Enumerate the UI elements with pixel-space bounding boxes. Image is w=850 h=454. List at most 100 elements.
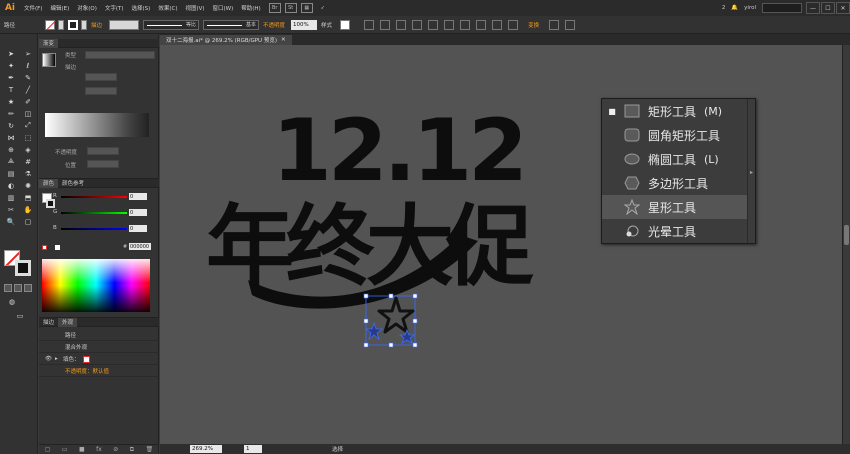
tab-appearance[interactable]: 外观 bbox=[58, 317, 78, 327]
stroke-black-icon[interactable] bbox=[15, 260, 31, 276]
hand-icon[interactable]: ✋ bbox=[20, 204, 36, 215]
menu-object[interactable]: 对象(O) bbox=[73, 4, 101, 12]
pencil-icon[interactable]: ✏ bbox=[3, 108, 19, 119]
gradient-location-field[interactable] bbox=[87, 160, 119, 168]
tearoff-arrow-icon[interactable]: ▸ bbox=[747, 99, 755, 245]
menu-window[interactable]: 窗口(W) bbox=[209, 4, 238, 12]
variable-width-profile[interactable]: 等比 bbox=[143, 19, 200, 30]
artboard-number-field[interactable]: 1 bbox=[244, 445, 262, 453]
gradient-type-dropdown[interactable] bbox=[85, 51, 155, 59]
menu-select[interactable]: 选择(S) bbox=[128, 4, 155, 12]
gradient-mode-icon[interactable] bbox=[14, 284, 22, 292]
flyout-rounded-rectangle-tool[interactable]: 圆角矩形工具 bbox=[602, 123, 748, 147]
add-fill-icon[interactable]: ■ bbox=[79, 446, 85, 453]
add-stroke-icon[interactable]: ▭ bbox=[62, 446, 68, 453]
direct-selection-tool-icon[interactable]: ➢ bbox=[20, 48, 36, 59]
stock-icon[interactable]: St bbox=[284, 3, 297, 13]
appearance-opacity-row[interactable]: 不透明度：默认值 bbox=[39, 366, 159, 377]
tab-color[interactable]: 颜色 bbox=[39, 178, 59, 188]
opacity-field[interactable]: 100% bbox=[291, 19, 318, 30]
none-color-swatch[interactable] bbox=[42, 245, 47, 250]
paintbrush-icon[interactable]: ✐ bbox=[20, 96, 36, 107]
document-tab[interactable]: 双十二海报.ai* @ 269.2% (RGB/GPU 预览) ✕ bbox=[160, 35, 292, 45]
bridge-icon[interactable]: Br bbox=[268, 3, 281, 13]
flyout-flare-tool[interactable]: 光晕工具 bbox=[602, 219, 748, 243]
pen-tool-icon[interactable]: ✒ bbox=[3, 72, 19, 83]
gradient-slider[interactable] bbox=[45, 113, 149, 137]
duplicate-item-icon[interactable]: ⧉ bbox=[130, 446, 134, 454]
arrange-icon[interactable] bbox=[549, 19, 560, 30]
mesh-icon[interactable]: # bbox=[20, 156, 36, 167]
menu-view[interactable]: 视图(V) bbox=[181, 4, 208, 12]
align-bottom-icon[interactable] bbox=[508, 19, 519, 30]
fill-stroke-widget[interactable] bbox=[4, 250, 34, 278]
artboard-icon[interactable]: ⬒ bbox=[20, 192, 36, 203]
arrange-documents-icon[interactable]: ▦ bbox=[300, 3, 313, 13]
expand-arrow-icon[interactable]: ▸ bbox=[55, 356, 63, 362]
color-spectrum[interactable] bbox=[42, 259, 150, 312]
free-transform-icon[interactable]: ⬚ bbox=[20, 132, 36, 143]
eyedropper-icon[interactable]: ⚗ bbox=[20, 168, 36, 179]
gradient-angle-field[interactable] bbox=[85, 73, 117, 81]
print-tiling-icon[interactable]: ▢ bbox=[20, 216, 36, 227]
menu-edit[interactable]: 编辑(E) bbox=[46, 4, 73, 12]
fill-none-swatch[interactable] bbox=[82, 355, 90, 363]
fx-icon[interactable]: fx bbox=[96, 446, 102, 453]
rotate-icon[interactable]: ↻ bbox=[3, 120, 19, 131]
blue-slider[interactable] bbox=[61, 228, 127, 230]
isolate-icon[interactable] bbox=[412, 19, 423, 30]
symbol-sprayer-icon[interactable]: ✺ bbox=[20, 180, 36, 191]
magic-wand-icon[interactable]: ✦ bbox=[3, 60, 19, 71]
gradient-thumbnail[interactable] bbox=[42, 53, 56, 67]
graphic-style-swatch[interactable] bbox=[340, 19, 351, 30]
perspective-grid-icon[interactable]: ⟁ bbox=[3, 156, 19, 167]
zoom-icon[interactable]: 🔍 bbox=[3, 216, 19, 227]
tab-gradient[interactable]: 渐变 bbox=[39, 38, 59, 48]
stroke-label[interactable]: 描边 bbox=[87, 21, 106, 29]
green-value-field[interactable]: 0 bbox=[129, 209, 147, 216]
bell-icon[interactable]: 🔔 bbox=[728, 5, 741, 11]
menu-help[interactable]: 帮助(H) bbox=[237, 4, 264, 12]
lasso-icon[interactable]: ℓ bbox=[20, 60, 36, 71]
stroke-weight-field[interactable] bbox=[109, 19, 140, 30]
transform-label[interactable]: 变换 bbox=[524, 21, 543, 29]
scale-icon[interactable]: ⤢ bbox=[20, 120, 36, 131]
none-mode-icon[interactable] bbox=[24, 284, 32, 292]
tab-stroke[interactable]: 描边 bbox=[39, 318, 58, 326]
flyout-star-tool[interactable]: 星形工具 bbox=[602, 195, 748, 219]
star-tool-icon[interactable]: ★ bbox=[3, 96, 19, 107]
blue-value-field[interactable]: 0 bbox=[129, 225, 147, 232]
appearance-mixed-row[interactable]: 混合外观 bbox=[39, 342, 159, 353]
close-tab-icon[interactable]: ✕ bbox=[281, 37, 286, 43]
user-name[interactable]: yirol bbox=[741, 5, 759, 11]
blend-tool-icon[interactable]: ◐ bbox=[3, 180, 19, 191]
align-center-icon[interactable] bbox=[444, 19, 455, 30]
opacity-label[interactable]: 不透明度 bbox=[259, 21, 289, 29]
vertical-scrollbar[interactable] bbox=[842, 45, 850, 444]
color-stroke-swatch[interactable] bbox=[46, 199, 55, 208]
distribute-icon[interactable] bbox=[476, 19, 487, 30]
gradient-tool-icon[interactable]: ▤ bbox=[3, 168, 19, 179]
scroll-thumb[interactable] bbox=[844, 225, 849, 245]
curvature-tool-icon[interactable]: ✎ bbox=[20, 72, 36, 83]
close-window-button[interactable]: ✕ bbox=[836, 2, 850, 14]
slice-icon[interactable]: ✂ bbox=[3, 204, 19, 215]
clear-appearance-icon[interactable]: ⊘ bbox=[113, 446, 118, 453]
trash-icon[interactable]: 🗑 bbox=[146, 446, 154, 453]
gradient-ratio-field[interactable] bbox=[85, 87, 117, 95]
drawing-mode-icon[interactable]: ◍ bbox=[4, 296, 20, 307]
align-left-icon[interactable] bbox=[428, 19, 439, 30]
type-tool-icon[interactable]: T bbox=[3, 84, 19, 95]
width-tool-icon[interactable]: ⋈ bbox=[3, 132, 19, 143]
fill-swatch[interactable] bbox=[45, 19, 56, 30]
flyout-ellipse-tool[interactable]: 椭圆工具 (L) bbox=[602, 147, 748, 171]
maximize-button[interactable]: ☐ bbox=[821, 2, 835, 14]
minimize-button[interactable]: — bbox=[806, 2, 820, 14]
shape-builder-icon[interactable]: ⊕ bbox=[3, 144, 19, 155]
send-icon[interactable]: ➶ bbox=[317, 3, 329, 13]
line-tool-icon[interactable]: ╱ bbox=[20, 84, 36, 95]
red-slider[interactable] bbox=[61, 196, 127, 198]
align-right-icon[interactable] bbox=[460, 19, 471, 30]
zoom-field[interactable]: 269.2% bbox=[190, 445, 222, 453]
menu-file[interactable]: 文件(F) bbox=[20, 4, 46, 12]
